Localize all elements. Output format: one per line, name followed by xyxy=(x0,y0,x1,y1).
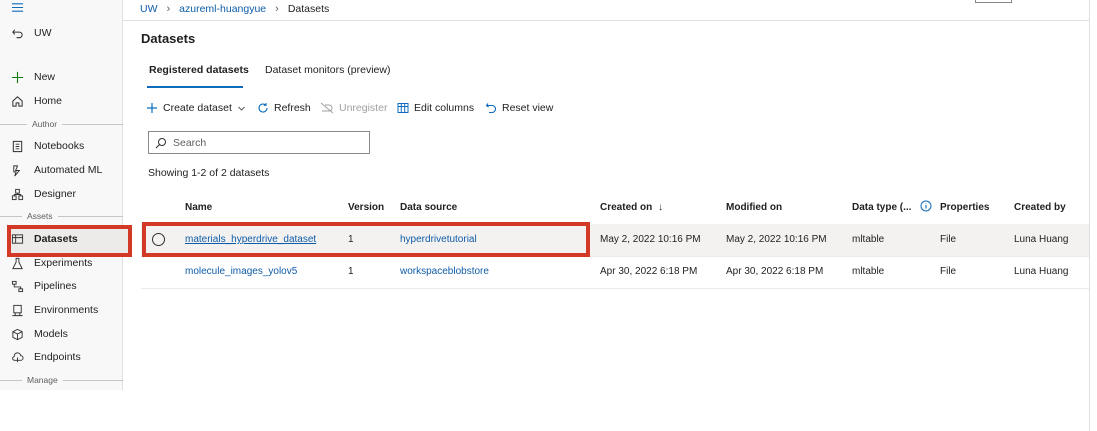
tab-dataset-monitors[interactable]: Dataset monitors (preview) xyxy=(265,64,390,76)
sidebar-section-assets: Assets xyxy=(0,211,123,221)
column-header-version[interactable]: Version xyxy=(348,202,384,213)
header-divider xyxy=(123,20,1090,21)
edit-columns-button[interactable]: Edit columns xyxy=(397,102,474,114)
search-input[interactable]: Search xyxy=(148,131,370,154)
plus-icon xyxy=(146,102,158,114)
sidebar-item-label: Models xyxy=(34,328,68,340)
hamburger-menu-button[interactable] xyxy=(10,0,34,17)
cube-icon xyxy=(10,327,24,341)
datasets-nav-highlight xyxy=(7,225,132,257)
row-divider xyxy=(141,288,1089,289)
sidebar-section-manage: Manage xyxy=(0,375,123,385)
breadcrumb-org-link[interactable]: UW xyxy=(140,3,158,15)
automated-ml-icon xyxy=(10,163,24,177)
column-header-data-type[interactable]: Data type (... xyxy=(852,202,911,213)
reset-icon xyxy=(485,102,497,114)
create-dataset-button[interactable]: Create dataset xyxy=(146,102,246,114)
sidebar-item-notebooks[interactable]: Notebooks xyxy=(10,136,84,156)
chevron-right-icon: › xyxy=(275,3,279,15)
search-placeholder: Search xyxy=(173,136,207,149)
unregister-button[interactable]: Unregister xyxy=(320,102,387,114)
breadcrumb: UW › azureml-huangyue › Datasets xyxy=(140,3,329,15)
chevron-down-icon xyxy=(237,104,246,113)
sidebar-item-models[interactable]: Models xyxy=(10,324,68,344)
sidebar-item-label: Automated ML xyxy=(34,164,103,176)
back-label: UW xyxy=(34,27,52,39)
breadcrumb-current: Datasets xyxy=(287,3,330,15)
edit-columns-label: Edit columns xyxy=(414,102,475,114)
flask-icon xyxy=(10,256,24,270)
dataset-row-highlight xyxy=(142,222,590,257)
column-header-created-label: Created on xyxy=(600,202,653,213)
properties-value: File xyxy=(940,266,957,277)
home-icon xyxy=(10,94,24,108)
refresh-icon xyxy=(257,102,269,114)
sidebar-item-pipelines[interactable]: Pipelines xyxy=(10,276,77,296)
plus-icon xyxy=(10,70,24,84)
sidebar-item-new[interactable]: New xyxy=(10,67,55,87)
create-dataset-label: Create dataset xyxy=(163,102,232,114)
active-tab-indicator xyxy=(147,86,243,88)
results-count: Showing 1-2 of 2 datasets xyxy=(148,167,270,179)
column-header-created-on[interactable]: Created on ↓ xyxy=(600,202,663,213)
refresh-label: Refresh xyxy=(274,102,311,114)
sidebar-item-automated-ml[interactable]: Automated ML xyxy=(10,160,102,180)
hamburger-icon xyxy=(10,0,24,14)
sidebar-item-label: Pipelines xyxy=(34,280,77,292)
created-by-value: Luna Huang xyxy=(1014,234,1069,245)
sidebar-item-label: Endpoints xyxy=(34,351,81,363)
tab-registered-datasets[interactable]: Registered datasets xyxy=(149,64,249,76)
reset-view-label: Reset view xyxy=(502,102,554,114)
sidebar-item-designer[interactable]: Designer xyxy=(10,184,76,204)
modified-on-value: May 2, 2022 10:16 PM xyxy=(726,234,827,245)
designer-icon xyxy=(10,187,24,201)
reset-view-button[interactable]: Reset view xyxy=(485,102,553,114)
breadcrumb-workspace-link[interactable]: azureml-huangyue xyxy=(179,3,266,15)
sidebar-item-label: Designer xyxy=(34,188,77,200)
created-on-value: May 2, 2022 10:16 PM xyxy=(600,234,701,245)
cloud-endpoint-icon xyxy=(10,350,24,364)
info-icon[interactable] xyxy=(920,200,932,215)
search-icon xyxy=(155,137,167,149)
sidebar-item-label: Notebooks xyxy=(34,140,85,152)
column-header-name[interactable]: Name xyxy=(185,202,212,213)
sidebar-item-label: Home xyxy=(34,95,63,107)
page-title: Datasets xyxy=(141,31,196,46)
left-navigation: UW New Home Author Notebooks Automated M… xyxy=(0,0,130,390)
properties-value: File xyxy=(940,234,957,245)
notebook-icon xyxy=(10,139,24,153)
dataset-name-link[interactable]: molecule_images_yolov5 xyxy=(185,266,297,277)
unregister-label: Unregister xyxy=(339,102,388,114)
refresh-button[interactable]: Refresh xyxy=(257,102,311,114)
sidebar-item-label: New xyxy=(34,71,56,83)
chevron-right-icon: › xyxy=(166,3,171,15)
back-to-uw-link[interactable]: UW xyxy=(10,23,52,43)
unregister-icon xyxy=(320,102,334,114)
sidebar-item-home[interactable]: Home xyxy=(10,91,62,111)
sidebar-item-label: Environments xyxy=(34,304,99,316)
column-header-created-by[interactable]: Created by xyxy=(1014,202,1066,213)
modified-on-value: Apr 30, 2022 6:18 PM xyxy=(726,266,824,277)
data-type-value: mltable xyxy=(852,234,885,245)
sidebar-item-endpoints[interactable]: Endpoints xyxy=(10,347,81,367)
back-arrow-icon xyxy=(10,26,24,40)
sort-down-arrow-icon: ↓ xyxy=(658,202,664,213)
data-source-link[interactable]: workspaceblobstore xyxy=(400,266,489,277)
pipelines-icon xyxy=(10,279,24,293)
created-on-value: Apr 30, 2022 6:18 PM xyxy=(600,266,698,277)
sidebar-section-author: Author xyxy=(0,119,123,129)
column-header-data-source[interactable]: Data source xyxy=(400,202,457,213)
created-by-value: Luna Huang xyxy=(1014,266,1069,277)
edit-columns-icon xyxy=(397,102,409,114)
sidebar-item-environments[interactable]: Environments xyxy=(10,300,98,320)
sidebar-item-label: Experiments xyxy=(34,257,93,269)
column-header-properties[interactable]: Properties xyxy=(940,202,989,213)
column-header-modified-on[interactable]: Modified on xyxy=(726,202,782,213)
data-type-value: mltable xyxy=(852,266,885,277)
dataset-version: 1 xyxy=(348,266,354,277)
environments-icon xyxy=(10,303,24,317)
top-right-widget xyxy=(975,0,1012,3)
content-right-border xyxy=(1089,0,1090,431)
